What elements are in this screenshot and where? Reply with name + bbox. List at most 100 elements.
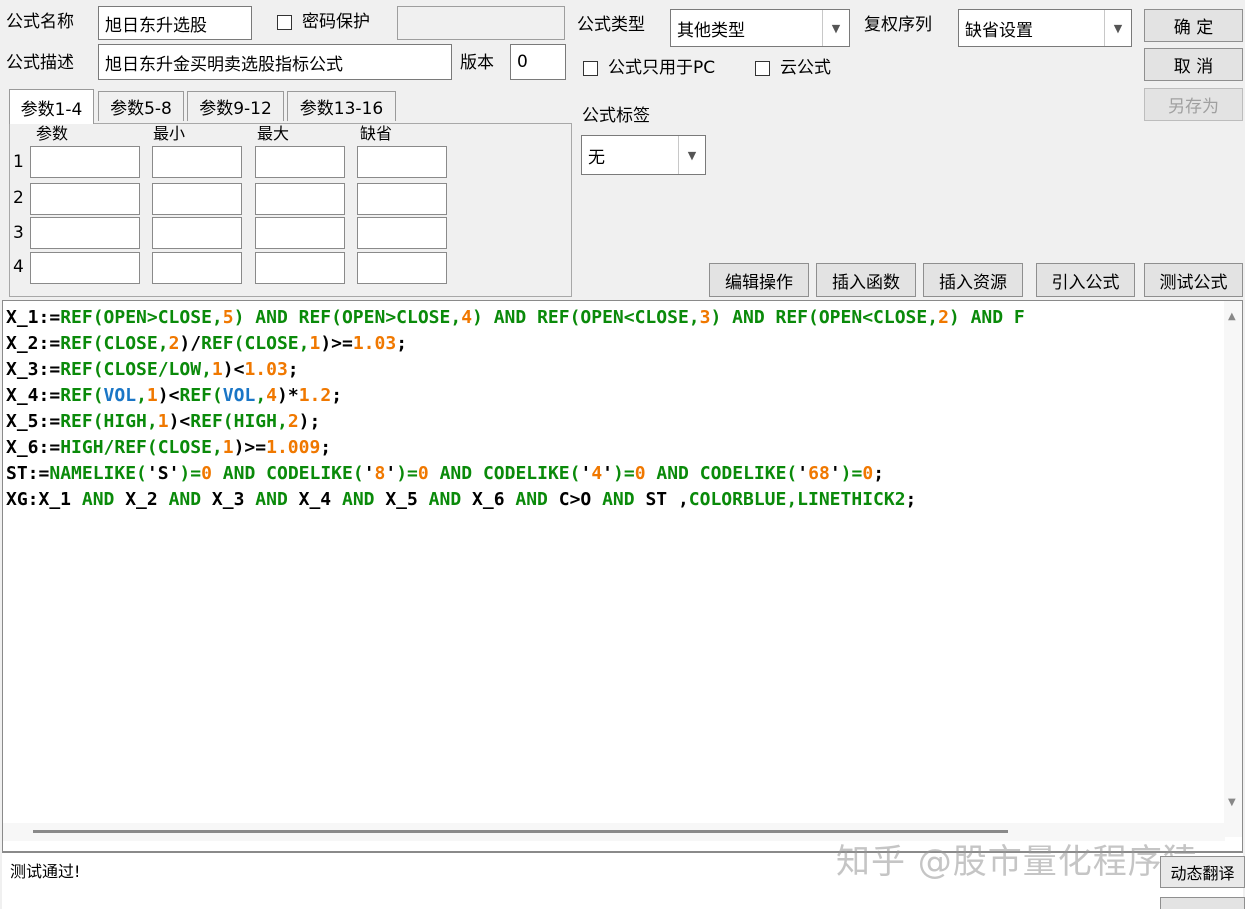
param-name-input[interactable] <box>30 146 140 178</box>
code-token: X_5 <box>385 489 418 510</box>
code-token: )>= <box>233 437 267 458</box>
param-max-input[interactable] <box>255 217 345 249</box>
code-token: AND <box>244 489 299 510</box>
param-min-input[interactable] <box>152 183 242 215</box>
param-min-input[interactable] <box>152 146 242 178</box>
formula-name-input[interactable]: 旭日东升选股 <box>98 6 252 40</box>
code-token: X_4 <box>298 489 332 510</box>
code-token: REF(CLOSE/LOW, <box>60 359 212 380</box>
code-token: 1 <box>211 359 223 380</box>
password-protect-checkbox[interactable]: 密码保护 <box>277 14 370 31</box>
code-token: 1 <box>222 437 234 458</box>
code-token: X_4:= <box>6 385 61 406</box>
code-token: )= <box>396 463 418 484</box>
code-line[interactable]: X_6:=HIGH/REF(CLOSE,1)>=1.009; <box>6 435 331 461</box>
code-token: AND <box>645 463 700 484</box>
formula-desc-label: 公式描述 <box>6 53 74 73</box>
param-default-input[interactable] <box>357 252 447 284</box>
code-token: REF(CLOSE, <box>201 333 310 354</box>
param-name-input[interactable] <box>30 217 140 249</box>
code-token: 2 <box>938 307 949 328</box>
password-protect-label: 密码保护 <box>302 12 370 32</box>
param-name-input[interactable] <box>30 252 140 284</box>
code-token: REF(OPEN<CLOSE, <box>775 307 939 328</box>
param-name-input[interactable] <box>30 183 140 215</box>
code-token: )>= <box>320 333 353 354</box>
param-max-input[interactable] <box>255 252 345 284</box>
tab-params-1-4[interactable]: 参数1-4 <box>9 89 94 124</box>
code-line[interactable]: X_4:=REF(VOL,1)<REF(VOL,4)*1.2; <box>6 383 342 409</box>
code-token: AND <box>428 463 483 484</box>
edit-operations-button[interactable]: 编辑操作 <box>709 263 809 297</box>
code-token: ' <box>829 463 841 484</box>
param-min-input[interactable] <box>152 217 242 249</box>
status-message: 测试通过! <box>10 862 81 881</box>
code-token: 1.03 <box>244 359 288 380</box>
code-token: 2 <box>287 411 299 432</box>
code-line[interactable]: X_1:=REF(OPEN>CLOSE,5) AND REF(OPEN>CLOS… <box>6 305 1025 331</box>
code-line[interactable]: X_5:=REF(HIGH,1)<REF(HIGH,2); <box>6 409 320 435</box>
code-token: AND <box>71 489 126 510</box>
insert-function-button[interactable]: 插入函数 <box>816 263 916 297</box>
dynamic-translate-button[interactable]: 动态翻译 <box>1160 856 1245 888</box>
param-row-label: 2 <box>13 188 24 208</box>
code-token: ; <box>320 437 332 458</box>
pc-only-checkbox[interactable]: 公式只用于PC <box>583 60 715 77</box>
param-max-input[interactable] <box>255 183 345 215</box>
version-input[interactable]: 0 <box>510 44 566 80</box>
code-token: COLORBLUE,LINETHICK2 <box>688 489 906 510</box>
tab-params-5-8[interactable]: 参数5-8 <box>98 91 184 121</box>
formula-type-label: 公式类型 <box>577 15 645 35</box>
code-token: ST:= <box>6 463 50 484</box>
code-line[interactable]: X_3:=REF(CLOSE/LOW,1)<1.03; <box>6 357 299 383</box>
horizontal-scrollbar[interactable] <box>3 823 1225 841</box>
code-token: REF(CLOSE, <box>114 437 223 458</box>
param-max-input[interactable] <box>255 146 345 178</box>
code-token: X_3:= <box>6 359 61 380</box>
code-token: )< <box>222 359 245 380</box>
code-token: REF(CLOSE, <box>60 333 169 354</box>
code-line[interactable]: ST:=NAMELIKE('S')=0 AND CODELIKE('8')=0 … <box>6 461 884 487</box>
scroll-down-icon[interactable]: ▼ <box>1228 797 1236 808</box>
param-default-input[interactable] <box>357 217 447 249</box>
chevron-down-icon[interactable]: ▼ <box>1104 10 1131 46</box>
chevron-down-icon[interactable]: ▼ <box>678 136 705 174</box>
max-col-header: 最大 <box>257 124 290 143</box>
partial-button[interactable] <box>1160 897 1245 909</box>
tab-params-9-12[interactable]: 参数9-12 <box>187 91 284 121</box>
fuquan-select[interactable]: 缺省设置 ▼ <box>958 9 1132 47</box>
formula-desc-input[interactable]: 旭日东升金买明卖选股指标公式 <box>98 44 452 80</box>
code-token: )= <box>613 463 635 484</box>
scrollbar-thumb[interactable] <box>33 830 1008 833</box>
param-min-input[interactable] <box>152 252 242 284</box>
insert-resource-button[interactable]: 插入资源 <box>923 263 1023 297</box>
vertical-scrollbar[interactable]: ▲ ▼ <box>1224 301 1242 837</box>
scroll-up-icon[interactable]: ▲ <box>1228 311 1236 322</box>
code-token: 8 <box>374 463 386 484</box>
pc-only-label: 公式只用于PC <box>608 58 716 78</box>
import-formula-button[interactable]: 引入公式 <box>1036 263 1135 297</box>
checkbox-box[interactable] <box>277 15 292 30</box>
code-token: 1 <box>157 411 169 432</box>
formula-tag-label: 公式标签 <box>582 106 650 126</box>
cancel-button[interactable]: 取 消 <box>1144 48 1243 81</box>
code-editor[interactable]: ▲ ▼ X_1:=REF(OPEN>CLOSE,5) AND REF(OPEN>… <box>2 300 1243 852</box>
checkbox-box[interactable] <box>583 61 598 76</box>
formula-type-select[interactable]: 其他类型 ▼ <box>670 9 850 47</box>
test-formula-button[interactable]: 测试公式 <box>1144 263 1243 297</box>
code-line[interactable]: XG:X_1 AND X_2 AND X_3 AND X_4 AND X_5 A… <box>6 487 916 513</box>
code-token: ; <box>905 489 917 510</box>
checkbox-box[interactable] <box>755 61 770 76</box>
formula-tag-select[interactable]: 无 ▼ <box>581 135 706 175</box>
code-token: XG:X_1 <box>6 489 72 510</box>
cloud-formula-checkbox[interactable]: 云公式 <box>755 60 831 77</box>
code-token: X_2:= <box>6 333 61 354</box>
tab-params-13-16[interactable]: 参数13-16 <box>287 91 396 121</box>
chevron-down-icon[interactable]: ▼ <box>822 10 849 46</box>
confirm-button[interactable]: 确 定 <box>1144 9 1243 42</box>
code-line[interactable]: X_2:=REF(CLOSE,2)/REF(CLOSE,1)>=1.03; <box>6 331 407 357</box>
code-token: X_3 <box>211 489 245 510</box>
code-token: X_2 <box>125 489 158 510</box>
param-default-input[interactable] <box>357 146 447 178</box>
param-default-input[interactable] <box>357 183 447 215</box>
